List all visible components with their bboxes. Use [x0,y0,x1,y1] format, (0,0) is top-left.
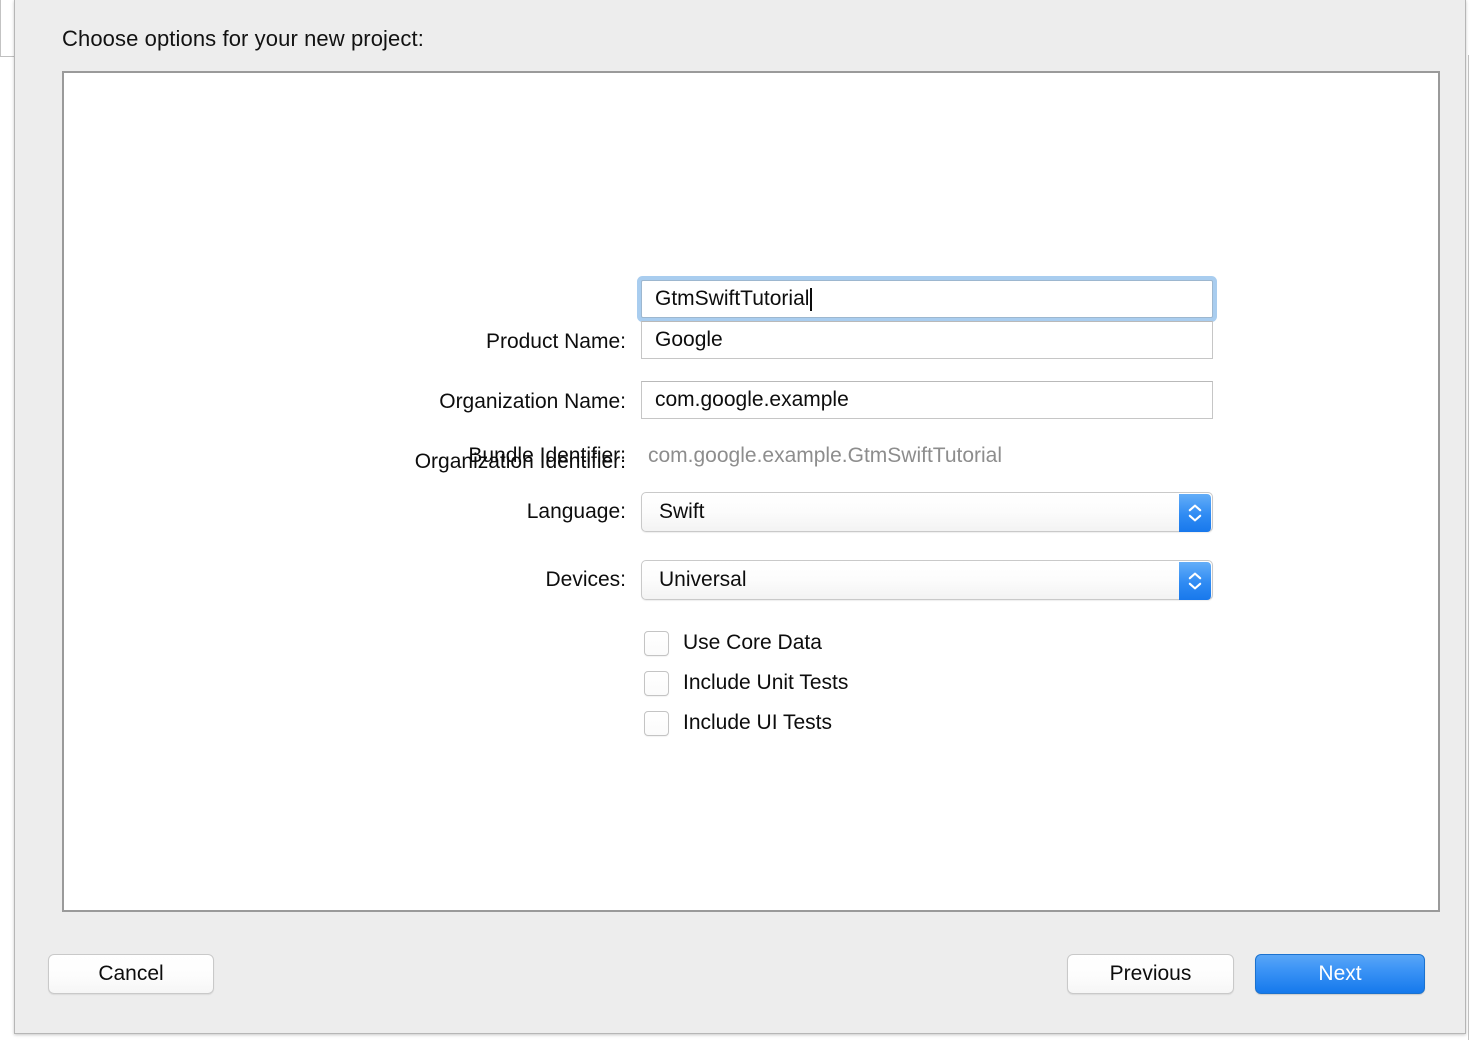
include-ui-tests-label: Include UI Tests [683,711,832,735]
include-ui-tests-checkbox-row[interactable]: Include UI Tests [644,708,832,738]
organization-name-input[interactable]: Google [641,321,1213,359]
devices-value: Universal [659,568,747,592]
language-popup-button[interactable]: Swift [641,492,1213,532]
use-core-data-label: Use Core Data [683,631,822,655]
product-name-label: Product Name: [226,329,626,355]
organization-identifier-value: com.google.example [655,388,849,412]
cancel-button[interactable]: Cancel [48,954,214,994]
organization-name-value: Google [655,328,723,352]
organization-identifier-input[interactable]: com.google.example [641,381,1213,419]
window-right-edge [1468,55,1469,1040]
include-unit-tests-checkbox-row[interactable]: Include Unit Tests [644,668,848,698]
devices-stepper[interactable] [1179,562,1211,600]
product-name-input[interactable]: GtmSwiftTutorial [641,280,1213,318]
use-core-data-checkbox[interactable] [644,631,669,656]
devices-popup-button[interactable]: Universal [641,560,1213,600]
window-left-edge-cap [0,56,14,57]
previous-button-label: Previous [1110,962,1192,986]
bundle-identifier-label: Bundle Identifier: [226,443,626,469]
page-title: Choose options for your new project: [62,26,424,52]
next-button[interactable]: Next [1255,954,1425,994]
cancel-button-label: Cancel [98,962,163,986]
chevron-up-icon [1188,572,1202,580]
options-panel: Product Name: GtmSwiftTutorial Organizat… [62,71,1440,912]
include-ui-tests-checkbox[interactable] [644,711,669,736]
text-caret [810,288,812,311]
devices-label: Devices: [226,567,626,593]
use-core-data-checkbox-row[interactable]: Use Core Data [644,628,822,658]
chevron-down-icon [1188,514,1202,522]
next-button-label: Next [1318,962,1361,986]
language-label: Language: [226,499,626,525]
product-name-value: GtmSwiftTutorial [655,287,809,311]
chevron-up-icon [1188,504,1202,512]
chevron-down-icon [1188,582,1202,590]
bundle-identifier-value: com.google.example.GtmSwiftTutorial [648,443,1002,469]
language-stepper[interactable] [1179,494,1211,532]
window-left-edge [0,0,1,56]
include-unit-tests-checkbox[interactable] [644,671,669,696]
include-unit-tests-label: Include Unit Tests [683,671,848,695]
organization-name-label: Organization Name: [226,389,626,415]
new-project-options-dialog: Choose options for your new project: Pro… [14,0,1466,1034]
language-value: Swift [659,500,705,524]
previous-button[interactable]: Previous [1067,954,1234,994]
